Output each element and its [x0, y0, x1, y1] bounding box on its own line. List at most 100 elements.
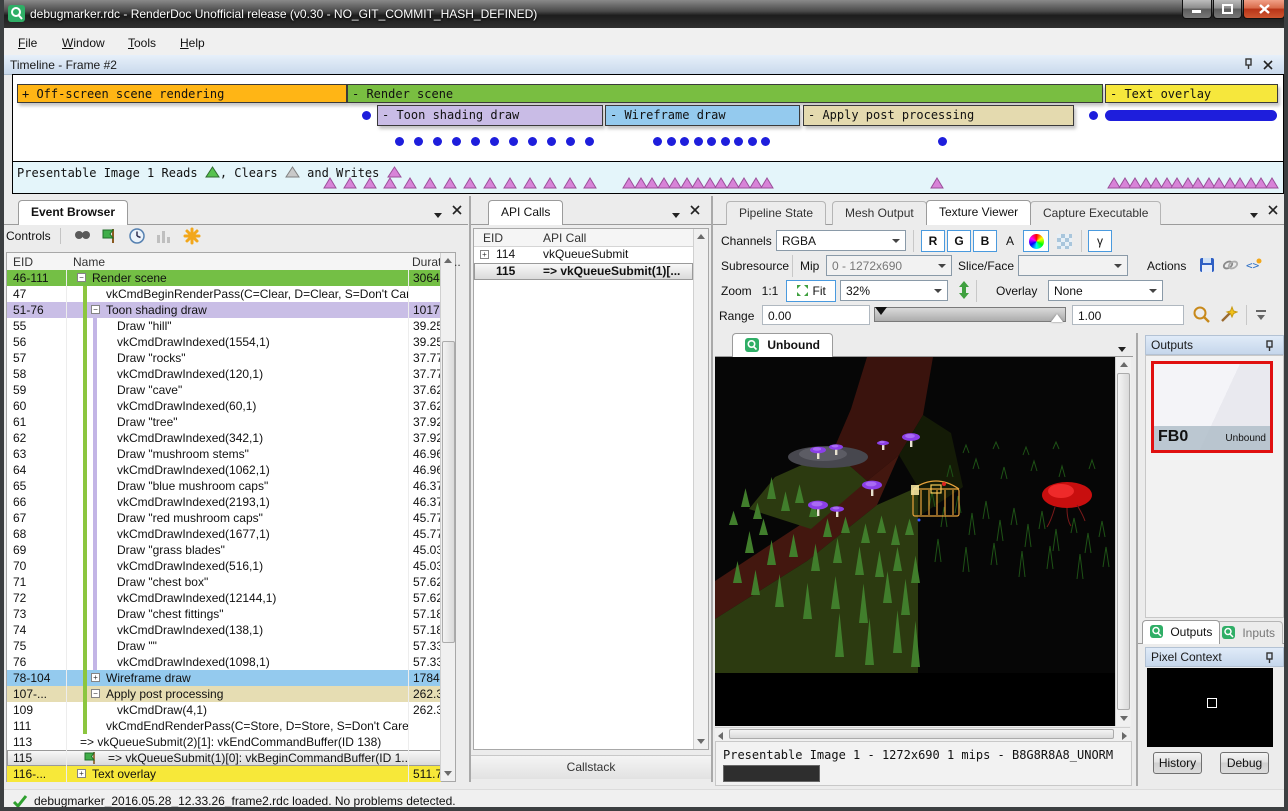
table-row[interactable]: 72vkCmdDrawIndexed(12144,1)57.62963 — [7, 590, 441, 606]
close-icon[interactable] — [1263, 59, 1274, 71]
table-row[interactable]: 71Draw "chest box"57.62963 — [7, 574, 441, 590]
api-calls-header[interactable]: EID API Call — [474, 229, 693, 247]
draw-dot-icon[interactable] — [761, 137, 770, 146]
table-row[interactable]: 111vkCmdEndRenderPass(C=Store, D=Store, … — [7, 718, 441, 734]
draw-dot-icon[interactable] — [707, 137, 716, 146]
tree-expander[interactable]: + — [91, 673, 100, 682]
event-browser-dock-menu-icon[interactable] — [434, 207, 442, 221]
api-calls-close-icon[interactable] — [690, 204, 700, 218]
menu-tools[interactable]: Tools — [122, 34, 162, 52]
slice-face-combo[interactable] — [1018, 255, 1128, 276]
custom-action-icon[interactable] — [182, 227, 202, 245]
menu-help[interactable]: Help — [174, 34, 211, 52]
table-row[interactable]: 68vkCmdDrawIndexed(1677,1)45.77778 — [7, 526, 441, 542]
draw-dot-icon[interactable] — [653, 137, 662, 146]
fb0-thumbnail[interactable]: FB0 Unbound — [1151, 361, 1273, 453]
draw-dot-icon[interactable] — [528, 137, 537, 146]
texture-viewer-dock-menu-icon[interactable] — [1250, 207, 1258, 221]
draw-dot-icon[interactable] — [680, 137, 689, 146]
timeline-body[interactable]: Presentable Image 1 Reads , Clears and W… — [12, 74, 1284, 194]
pixel-context-caption[interactable]: Pixel Context — [1145, 647, 1284, 667]
table-row[interactable]: 113=> vkQueueSubmit(2)[1]: vkEndCommandB… — [7, 734, 441, 750]
table-row[interactable]: 73Draw "chest fittings"57.18518 — [7, 606, 441, 622]
wand-icon[interactable] — [1218, 305, 1238, 323]
table-row[interactable]: 62vkCmdDrawIndexed(342,1)37.92593 — [7, 430, 441, 446]
draw-dot-icon[interactable] — [471, 137, 480, 146]
table-row[interactable]: 66vkCmdDrawIndexed(2193,1)46.37037 — [7, 494, 441, 510]
draw-dot-icon[interactable] — [734, 137, 743, 146]
draw-dot-icon[interactable] — [414, 137, 423, 146]
color-wheel-icon[interactable] — [1023, 230, 1049, 252]
table-row[interactable]: 47vkCmdBeginRenderPass(C=Clear, D=Clear,… — [7, 286, 441, 302]
draw-dot-icon[interactable] — [667, 137, 676, 146]
mip-combo[interactable]: 0 - 1272x690 — [826, 255, 952, 276]
pin-icon[interactable] — [1264, 340, 1275, 352]
range-white-handle[interactable] — [1051, 314, 1063, 322]
subtab-scroll-menu-icon[interactable] — [1118, 341, 1126, 355]
draw-dot-icon[interactable] — [452, 137, 461, 146]
close-button[interactable] — [1243, 0, 1285, 19]
callstack-collapsed-section[interactable]: Callstack — [471, 755, 711, 779]
table-row[interactable]: 51-76−Toon shading draw1017.7... — [7, 302, 441, 318]
menu-file[interactable]: File — [12, 34, 43, 52]
tree-expander[interactable]: + — [480, 250, 489, 259]
channels-combo[interactable]: RGBA — [776, 230, 906, 251]
draw-dot-icon[interactable] — [395, 137, 404, 146]
tab-capture-executable[interactable]: Capture Executable — [1030, 201, 1161, 225]
texture-vertical-scrollbar[interactable] — [1115, 357, 1131, 726]
draw-range-pill[interactable] — [1105, 110, 1277, 121]
table-row[interactable]: 67Draw "red mushroom caps"45.77778 — [7, 510, 441, 526]
draw-dot-icon[interactable] — [362, 111, 371, 120]
find-icon[interactable] — [72, 227, 92, 245]
timeline-marker-bar[interactable]: - Apply post processing — [803, 105, 1074, 126]
table-row[interactable]: 64vkCmdDrawIndexed(1062,1)46.96296 — [7, 462, 441, 478]
channel-green-button[interactable]: G — [947, 230, 971, 252]
range-max-field[interactable]: 1.00 — [1072, 305, 1184, 325]
range-slider[interactable] — [874, 307, 1066, 322]
draw-dot-icon[interactable] — [433, 137, 442, 146]
timeline-marker-bar[interactable]: + Off-screen scene rendering — [17, 84, 347, 103]
title-bar[interactable]: debugmarker.rdc - RenderDoc Unofficial r… — [0, 0, 1288, 28]
api-calls-dock-menu-icon[interactable] — [672, 207, 680, 221]
tab-api-calls[interactable]: API Calls — [488, 200, 563, 225]
table-row[interactable]: 65Draw "blue mushroom caps"46.37037 — [7, 478, 441, 494]
table-row[interactable]: 115=> vkQueueSubmit(1)[... — [474, 263, 693, 280]
zoom-fit-button[interactable]: Fit — [786, 280, 836, 302]
minimize-button[interactable] — [1182, 0, 1212, 19]
tab-mesh-output[interactable]: Mesh Output — [832, 201, 927, 225]
debug-button[interactable]: Debug — [1220, 752, 1269, 774]
table-row[interactable]: 57Draw "rocks"37.77778 — [7, 350, 441, 366]
table-row[interactable]: 78-104+Wireframe draw1784.5... — [7, 670, 441, 686]
tree-expander[interactable]: + — [77, 769, 86, 778]
event-browser-header[interactable]: EID Name Duratio... — [7, 253, 441, 271]
tab-pipeline-state[interactable]: Pipeline State — [726, 201, 826, 225]
overlay-combo[interactable]: None — [1048, 280, 1163, 301]
channel-blue-button[interactable]: B — [973, 230, 997, 252]
channel-alpha-button[interactable]: A — [999, 230, 1021, 252]
table-row[interactable]: 56vkCmdDrawIndexed(1554,1)39.25926 — [7, 334, 441, 350]
pin-icon[interactable] — [1264, 652, 1275, 664]
draw-dot-icon[interactable] — [694, 137, 703, 146]
range-black-handle[interactable] — [875, 307, 887, 315]
maximize-button[interactable] — [1213, 0, 1242, 19]
table-row[interactable]: 58vkCmdDrawIndexed(120,1)37.77778 — [7, 366, 441, 382]
table-row[interactable]: 75Draw ""57.33333 — [7, 638, 441, 654]
timeline-marker-bar[interactable]: - Render scene — [347, 84, 1103, 103]
tab-outputs[interactable]: Outputs — [1142, 620, 1220, 644]
range-options-icon[interactable] — [1254, 308, 1268, 325]
timeline-marker-bar[interactable]: - Toon shading draw — [377, 105, 603, 126]
tree-expander[interactable]: − — [91, 689, 100, 698]
draw-dot-icon[interactable] — [748, 137, 757, 146]
flip-y-icon[interactable] — [956, 280, 976, 298]
tab-unbound-texture[interactable]: Unbound — [732, 333, 833, 357]
link-icon[interactable] — [1221, 256, 1241, 274]
timeline-marker-bar[interactable]: - Wireframe draw — [605, 105, 800, 126]
autofit-magnifier-icon[interactable] — [1192, 305, 1212, 323]
gamma-button[interactable]: γ — [1088, 230, 1112, 252]
draw-dot-icon[interactable] — [721, 137, 730, 146]
draw-dot-icon[interactable] — [585, 137, 594, 146]
table-row[interactable]: 59Draw "cave"37.62963 — [7, 382, 441, 398]
event-browser-close-icon[interactable] — [452, 204, 462, 218]
draw-dot-icon[interactable] — [1089, 111, 1098, 120]
statistics-icon[interactable] — [154, 227, 174, 245]
